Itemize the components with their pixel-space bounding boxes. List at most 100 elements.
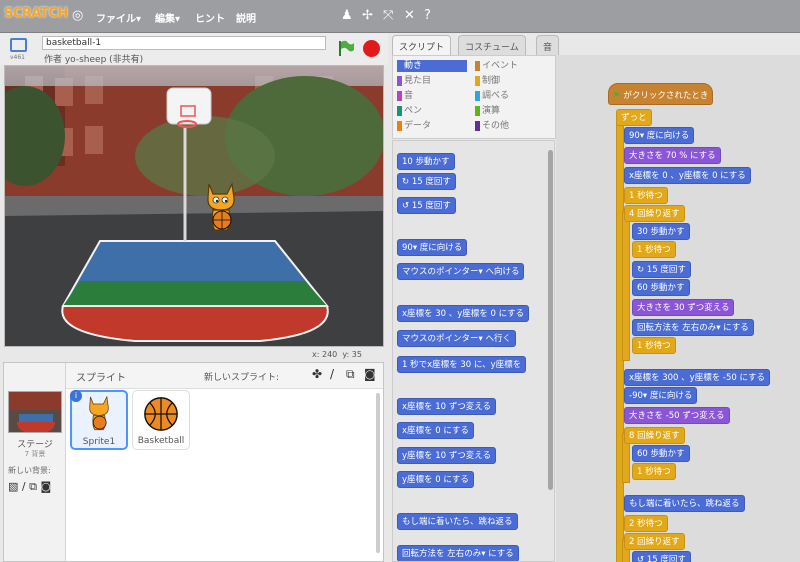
basketball-thumbnail	[144, 397, 178, 431]
category-label: 調べる	[482, 91, 510, 101]
scratch-logo[interactable]: SCRATCH	[4, 6, 68, 21]
menu-hint[interactable]: ヒント	[195, 10, 225, 25]
category-8[interactable]: 演算	[475, 105, 545, 117]
palette-block-6[interactable]: マウスのポインター▾ へ行く	[397, 330, 516, 347]
script-block-21[interactable]: 2 秒待つ	[624, 515, 668, 532]
project-author: 作者 yo-sheep (非共有)	[44, 55, 144, 65]
menu-edit[interactable]: 編集▾	[155, 10, 180, 25]
script-block-14[interactable]: x座標を 300 、y座標を -50 にする	[624, 369, 771, 386]
upload-backdrop-icon[interactable]: ⧉	[29, 480, 37, 493]
shrink-icon[interactable]: ✕	[404, 8, 415, 23]
category-label: イベント	[482, 61, 519, 71]
menu-about[interactable]: 説明	[236, 10, 256, 25]
script-block-23[interactable]: ↺ 15 度回す	[632, 551, 691, 562]
menu-file[interactable]: ファイル▾	[96, 10, 141, 25]
category-label: ペン	[404, 106, 423, 116]
palette-scrollbar[interactable]	[548, 150, 553, 490]
script-block-19[interactable]: 1 秒待つ	[632, 463, 676, 480]
stop-button[interactable]	[363, 40, 380, 57]
sprite-info-badge[interactable]: i	[70, 390, 82, 402]
block-palette: 10 歩動かす ↻ 15 度回す ↺ 15 度回す 90▾ 度に向けるマウスのポインタ…	[392, 140, 555, 562]
palette-block-1[interactable]: ↻ 15 度回す	[397, 173, 456, 190]
sprite-library-icon[interactable]: ✤	[312, 367, 322, 381]
palette-block-10[interactable]: y座標を 10 ずつ変える	[397, 447, 496, 464]
category-color-swatch	[397, 106, 402, 116]
category-6[interactable]: 制御	[475, 75, 545, 87]
sprites-title: スプライト	[76, 373, 126, 384]
palette-block-12[interactable]: もし端に着いたら、跳ね返る	[397, 513, 518, 530]
category-label: 演算	[482, 106, 501, 116]
category-2[interactable]: 音	[397, 90, 467, 102]
palette-block-2[interactable]: ↺ 15 度回す	[397, 197, 456, 214]
new-backdrop-label: 新しい背景:	[8, 466, 51, 475]
category-label: 音	[404, 91, 414, 101]
sprite-pane: ステージ 7 背景 新しい背景: ▧ / ⧉ ◙ スプライト 新しいスプライト:…	[3, 362, 384, 562]
script-block-6[interactable]: 4 回繰り返す	[624, 205, 685, 222]
palette-block-9[interactable]: x座標を 0 にする	[397, 422, 474, 439]
cut-icon[interactable]: ✢	[362, 8, 373, 23]
tab-scripts[interactable]: スクリプト	[392, 35, 452, 55]
palette-block-3[interactable]: 90▾ 度に向ける	[397, 239, 468, 256]
script-block-18[interactable]: 60 歩動かす	[632, 445, 690, 462]
presentation-mode-icon[interactable]	[10, 38, 27, 52]
category-5[interactable]: イベント	[475, 60, 545, 72]
script-block-7[interactable]: 30 歩動かす	[632, 223, 690, 240]
script-block-13[interactable]: 1 秒待つ	[632, 337, 676, 354]
camera-sprite-icon[interactable]: ◙	[364, 367, 376, 381]
duplicate-icon[interactable]: ♟	[341, 8, 353, 23]
category-4[interactable]: データ	[397, 120, 467, 132]
help-icon[interactable]: ?	[424, 8, 431, 23]
script-block-22[interactable]: 2 回繰り返す	[624, 533, 685, 550]
script-block-1[interactable]: ずっと	[616, 109, 652, 126]
camera-backdrop-icon[interactable]: ◙	[40, 480, 51, 493]
green-flag-icon[interactable]	[337, 39, 355, 57]
script-block-8[interactable]: 1 秒待つ	[632, 241, 676, 258]
category-9[interactable]: その他	[475, 120, 545, 132]
tab-costumes[interactable]: コスチューム	[458, 35, 526, 55]
scripts-area[interactable]: ⚑ がクリックされたときずっと 90▾ 度に向ける大きさを 70 % にする x座標…	[556, 55, 800, 562]
version-label: v461	[10, 54, 26, 61]
tab-sounds[interactable]: 音	[536, 35, 560, 55]
cat-sprite[interactable]	[201, 180, 241, 236]
sprite-name: Basketball	[137, 436, 185, 446]
script-block-3[interactable]: 大きさを 70 % にする	[624, 147, 721, 164]
category-3[interactable]: ペン	[397, 105, 467, 117]
script-block-15[interactable]: -90▾ 度に向ける	[624, 387, 698, 404]
category-7[interactable]: 調べる	[475, 90, 545, 102]
sprite-pane-scrollbar[interactable]	[376, 393, 380, 553]
sprite-tile-sprite1[interactable]: i Sprite1	[70, 390, 128, 450]
upload-sprite-icon[interactable]: ⧉	[346, 367, 355, 382]
script-block-12[interactable]: 回転方法を 左右のみ▾ にする	[632, 319, 754, 336]
grow-icon[interactable]: ⤧	[383, 8, 393, 23]
sprite-tile-basketball[interactable]: Basketball	[132, 390, 190, 450]
category-1[interactable]: 見た目	[397, 75, 467, 87]
palette-block-8[interactable]: x座標を 10 ずつ変える	[397, 398, 496, 415]
cat-thumbnail	[89, 395, 109, 431]
script-block-5[interactable]: 1 秒待つ	[624, 187, 668, 204]
script-block-11[interactable]: 大きさを 30 ずつ変える	[632, 299, 735, 316]
palette-block-5[interactable]: x座標を 30 、y座標を 0 にする	[397, 305, 530, 322]
palette-block-4[interactable]: マウスのポインター▾ へ向ける	[397, 263, 525, 280]
palette-block-0[interactable]: 10 歩動かす	[397, 153, 455, 170]
stage[interactable]	[4, 65, 384, 347]
script-block-16[interactable]: 大きさを -50 ずつ変える	[624, 407, 730, 424]
category-color-swatch	[475, 76, 480, 86]
project-title-input[interactable]: basketball-1	[42, 36, 326, 50]
script-block-10[interactable]: 60 歩動かす	[632, 279, 690, 296]
new-sprite-label: 新しいスプライト:	[204, 373, 280, 383]
script-block-17[interactable]: 8 回繰り返す	[624, 427, 685, 444]
script-block-2[interactable]: 90▾ 度に向ける	[624, 127, 695, 144]
paint-sprite-icon[interactable]: /	[330, 367, 334, 381]
script-block-0[interactable]: ⚑ がクリックされたとき	[608, 83, 714, 105]
stage-thumbnail[interactable]	[8, 391, 62, 433]
script-block-4[interactable]: x座標を 0 、y座標を 0 にする	[624, 167, 751, 184]
globe-icon[interactable]: ◎	[72, 8, 83, 23]
script-block-9[interactable]: ↻ 15 度回す	[632, 261, 691, 278]
brush-icon[interactable]: /	[22, 480, 26, 493]
palette-block-13[interactable]: 回転方法を 左右のみ▾ にする	[397, 545, 519, 561]
category-0[interactable]: 動き	[397, 60, 467, 72]
script-block-20[interactable]: もし端に着いたら、跳ね返る	[624, 495, 745, 512]
palette-block-7[interactable]: 1 秒でx座標を 30 に、y座標を	[397, 356, 527, 373]
paint-backdrop-icon[interactable]: ▧	[8, 480, 18, 493]
palette-block-11[interactable]: y座標を 0 にする	[397, 471, 474, 488]
